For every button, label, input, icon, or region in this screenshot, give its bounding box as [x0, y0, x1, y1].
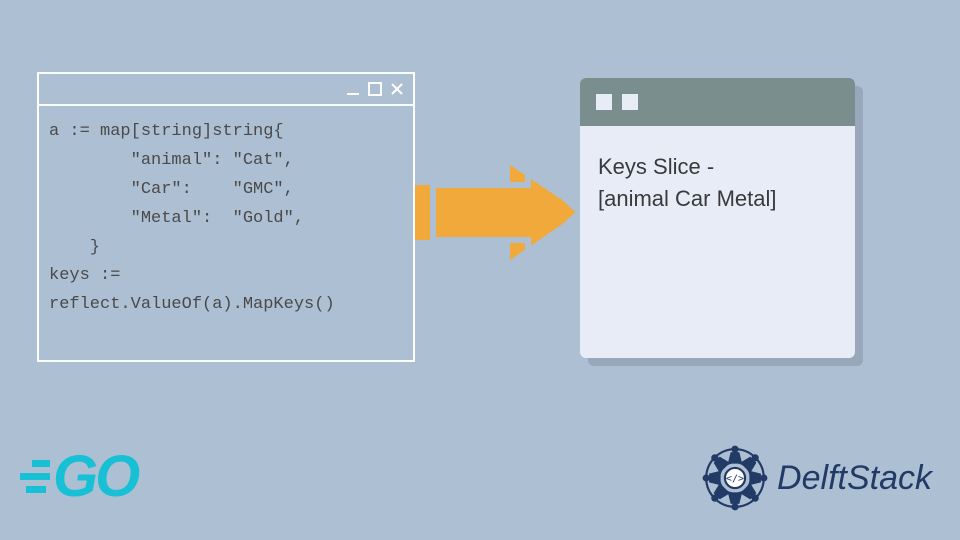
code-line: a := map[string]string{	[49, 122, 284, 141]
go-logo: GO	[12, 443, 137, 510]
titlebar-square-icon	[596, 94, 612, 110]
close-icon	[389, 81, 405, 97]
go-logo-text: GO	[53, 443, 137, 510]
maximize-icon	[367, 81, 383, 97]
code-window-titlebar	[39, 74, 413, 106]
result-window: Keys Slice - [animal Car Metal]	[580, 78, 855, 358]
code-body: a := map[string]string{ "animal": "Cat",…	[39, 106, 413, 332]
code-line: reflect.ValueOf(a).MapKeys()	[49, 295, 335, 314]
result-window-titlebar	[580, 78, 855, 126]
result-line: Keys Slice -	[598, 151, 837, 183]
code-line: keys :=	[49, 266, 120, 285]
titlebar-square-icon	[622, 94, 638, 110]
result-body: Keys Slice - [animal Car Metal]	[580, 126, 855, 240]
delftstack-badge-icon: </>	[699, 442, 771, 514]
delftstack-logo-text: DelftStack	[777, 459, 932, 498]
code-line: }	[49, 238, 100, 257]
code-line: "Car": "GMC",	[49, 180, 294, 199]
delftstack-logo: </> DelftStack	[699, 442, 932, 514]
svg-text:</>: </>	[726, 474, 744, 485]
code-line: "Metal": "Gold",	[49, 209, 304, 228]
code-window: a := map[string]string{ "animal": "Cat",…	[37, 72, 415, 362]
go-speed-lines-icon	[12, 460, 50, 493]
minimize-icon	[345, 81, 361, 97]
result-line: [animal Car Metal]	[598, 183, 837, 215]
arrow-icon	[415, 165, 580, 260]
code-line: "animal": "Cat",	[49, 151, 294, 170]
